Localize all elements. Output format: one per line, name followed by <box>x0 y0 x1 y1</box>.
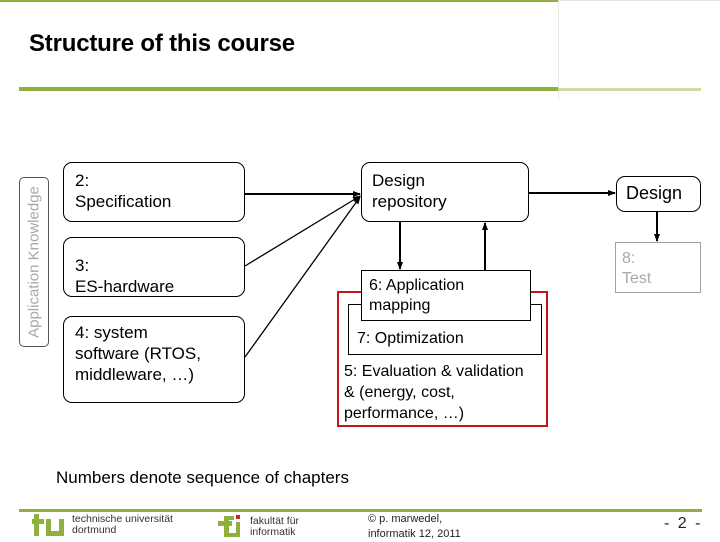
box-line: & (energy, cost, <box>344 384 455 401</box>
chapter-evaluation-text: 5: Evaluation & validation & (energy, co… <box>344 361 524 424</box>
university-name: technische universität dortmund <box>72 514 173 536</box>
box-line: mapping <box>369 297 431 314</box>
faculty-name: fakultät für informatik <box>250 516 299 538</box>
box-line: Design <box>372 171 425 190</box>
chapter-application-mapping-box: 6: Application mapping <box>361 270 531 321</box>
box-line: software (RTOS, <box>75 344 201 363</box>
footer-line: informatik <box>250 526 296 538</box>
copyright: © p. marwedel, informatik 12, 2011 <box>368 512 461 542</box>
box-line: repository <box>372 192 447 211</box>
box-line: Test <box>622 270 652 287</box>
box-line: middleware, …) <box>75 365 195 384</box>
box-line: ES-hardware <box>75 277 175 296</box>
footer-line: © p. marwedel, <box>368 513 443 525</box>
chapter-es-hardware-box: 3: ES-hardware <box>63 237 245 297</box>
page-number: - 2 - <box>664 515 703 532</box>
design-box: Design <box>616 176 701 212</box>
box-line: 8: <box>622 250 636 267</box>
box-line: 3: <box>75 256 90 275</box>
arrow-hw-to-repo <box>244 195 361 267</box>
chapter-sequence-note: Numbers denote sequence of chapters <box>56 468 349 487</box>
box-line: Specification <box>75 192 172 211</box>
box-line: 6: Application <box>369 277 465 294</box>
design-repository-box: Design repository <box>361 162 529 222</box>
footer-rule <box>19 509 702 512</box>
box-line: 5: Evaluation & validation <box>344 363 524 380</box>
chapter-system-software-box: 4: system software (RTOS, middleware, …) <box>63 316 245 403</box>
footer-line: dortmund <box>72 524 117 536</box>
chapter-specification-box: 2: Specification <box>63 162 245 222</box>
chapter-test-box: 8: Test <box>615 242 701 293</box>
faculty-informatik-logo-icon <box>218 515 240 537</box>
box-line: performance, …) <box>344 405 465 422</box>
tu-dortmund-logo-icon <box>32 514 64 536</box>
box-line: 4: system <box>75 323 148 342</box>
box-line: 2: <box>75 171 90 190</box>
